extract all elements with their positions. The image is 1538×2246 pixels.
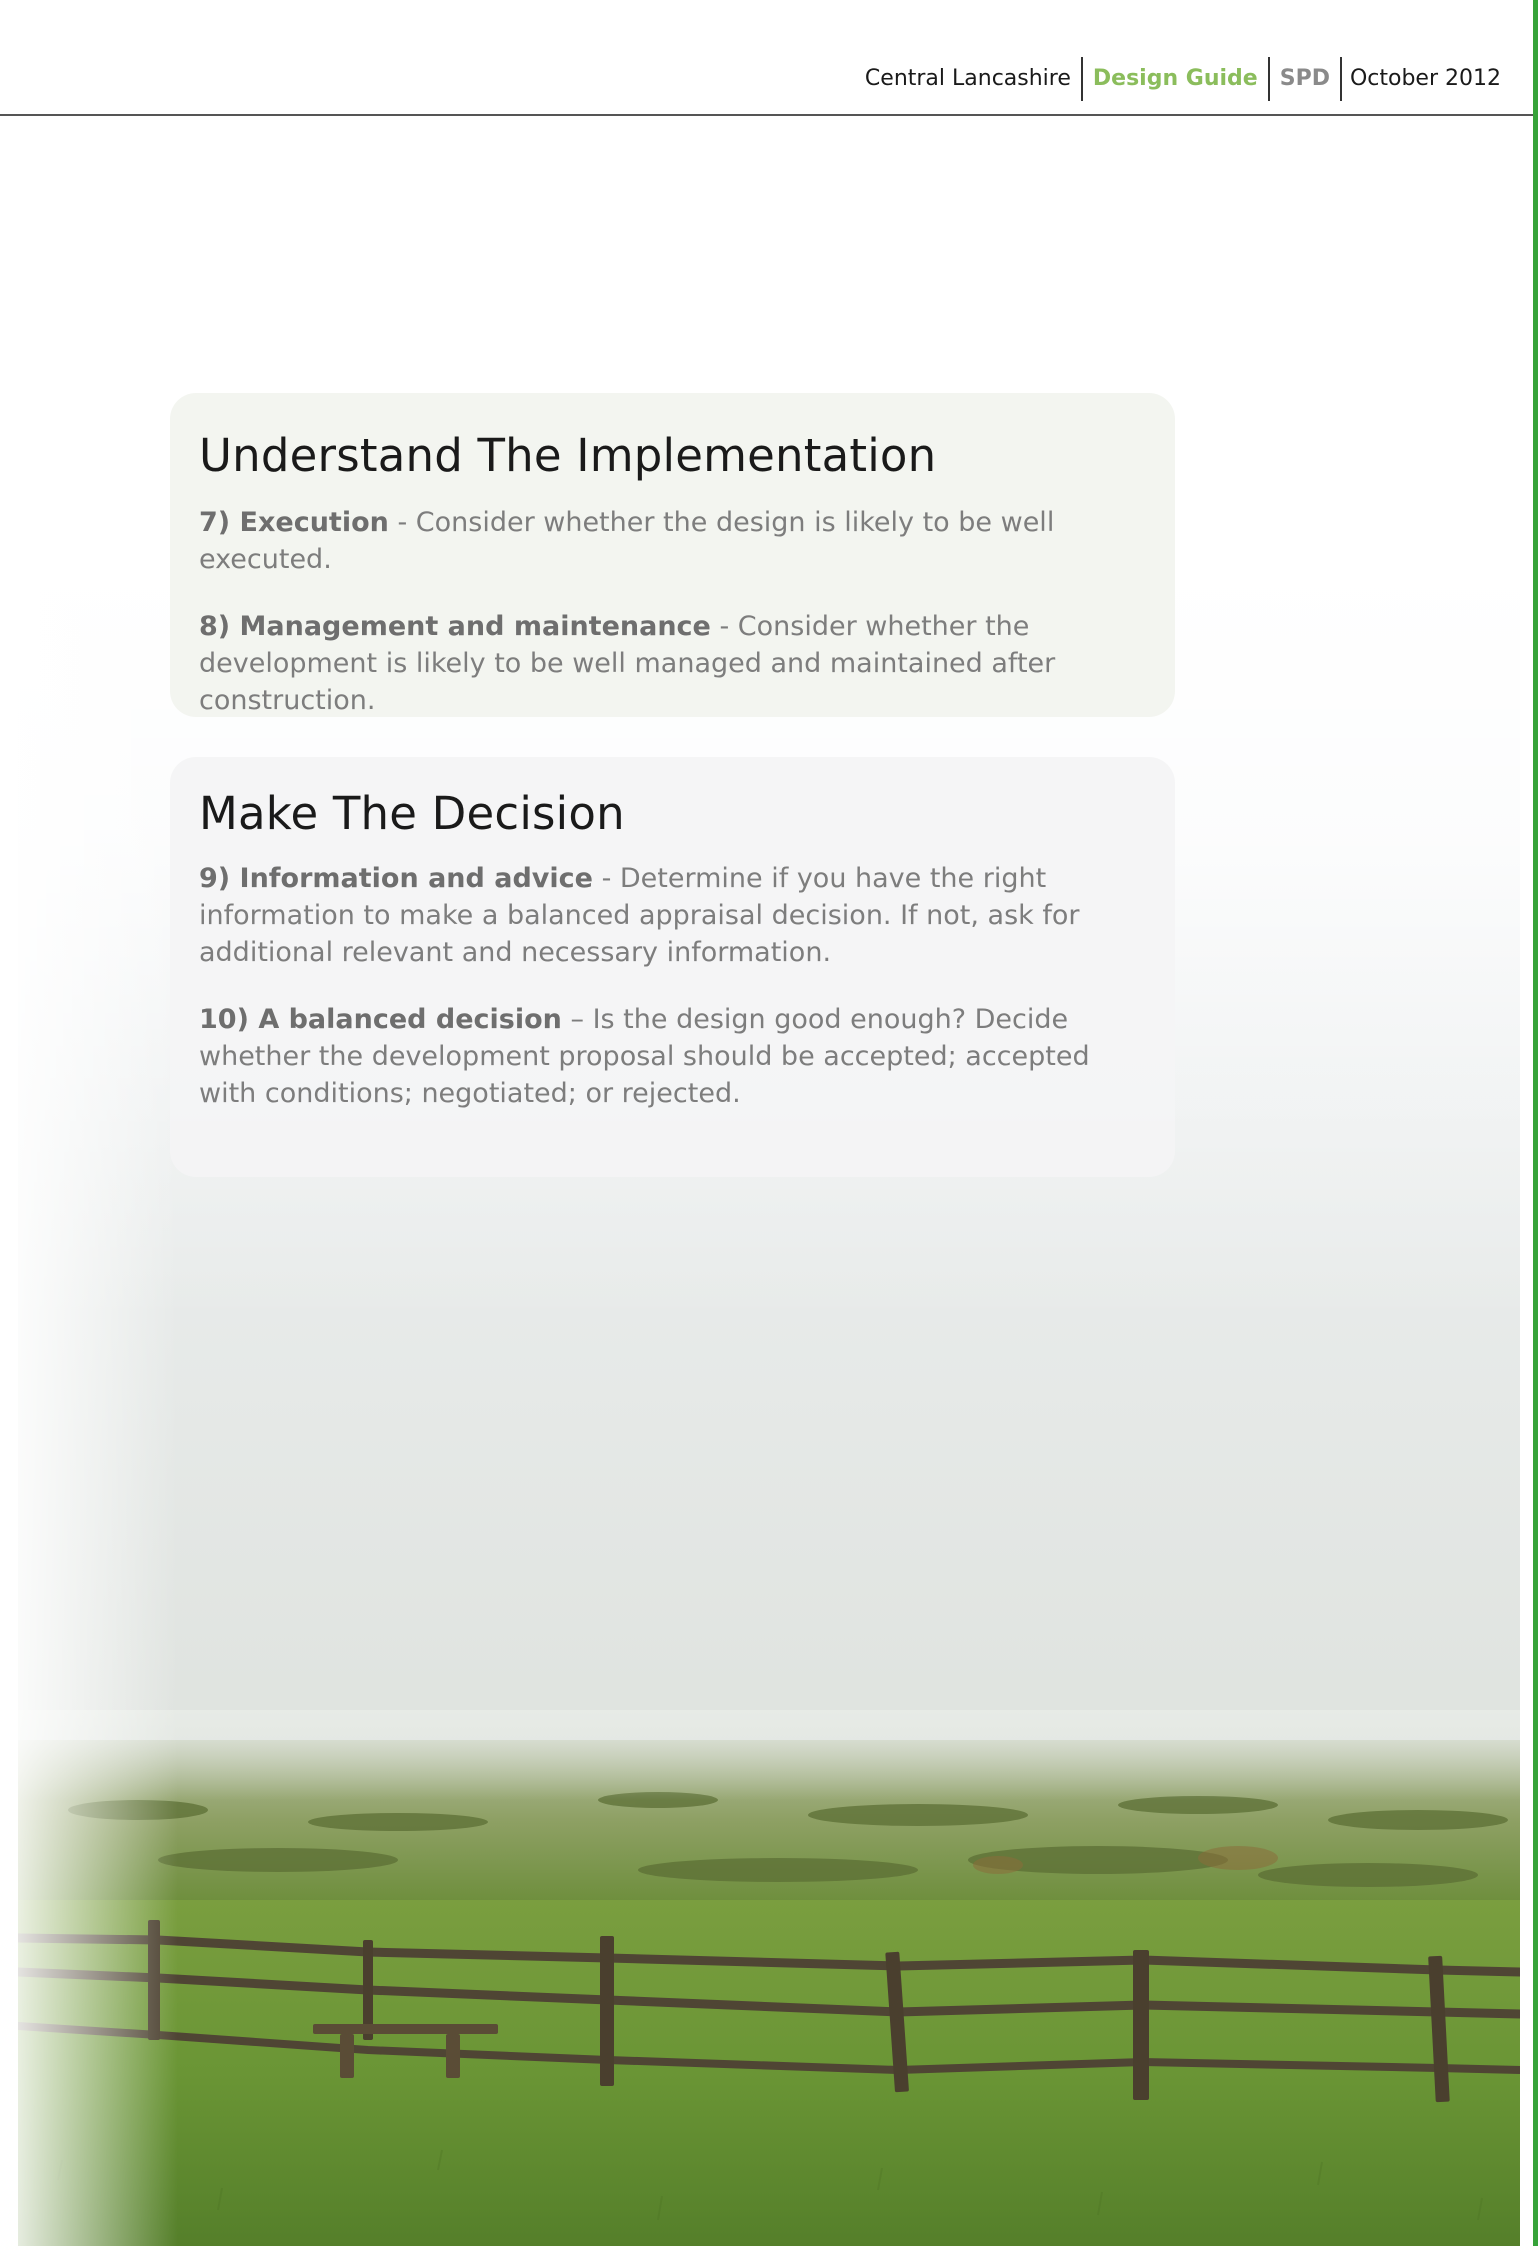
page-edge-rule bbox=[1533, 0, 1538, 2246]
header-date: October 2012 bbox=[1349, 66, 1501, 91]
image-fade-left bbox=[18, 560, 178, 2246]
header-guide-title: Design Guide bbox=[1092, 66, 1258, 91]
list-item: 8) Management and maintenance - Consider… bbox=[199, 608, 1151, 719]
item-label: 8) Management and maintenance bbox=[199, 611, 711, 642]
header-breadcrumb: Central Lancashire Design Guide SPD Octo… bbox=[855, 57, 1501, 101]
item-label: 7) Execution bbox=[199, 507, 389, 538]
item-label: 10) A balanced decision bbox=[199, 1004, 562, 1035]
section-decision: Make The Decision 9) Information and adv… bbox=[170, 757, 1175, 1177]
section-heading: Make The Decision bbox=[199, 787, 625, 840]
header-org: Central Lancashire bbox=[864, 66, 1071, 91]
section-implementation: Understand The Implementation 7) Executi… bbox=[170, 393, 1175, 717]
list-item: 7) Execution - Consider whether the desi… bbox=[199, 504, 1151, 578]
page-header: Central Lancashire Design Guide SPD Octo… bbox=[0, 0, 1533, 116]
section-heading: Understand The Implementation bbox=[199, 429, 937, 482]
header-spd: SPD bbox=[1279, 66, 1330, 91]
item-label: 9) Information and advice bbox=[199, 863, 593, 894]
list-item: 9) Information and advice - Determine if… bbox=[199, 860, 1151, 971]
list-item: 10) A balanced decision – Is the design … bbox=[199, 1001, 1151, 1112]
